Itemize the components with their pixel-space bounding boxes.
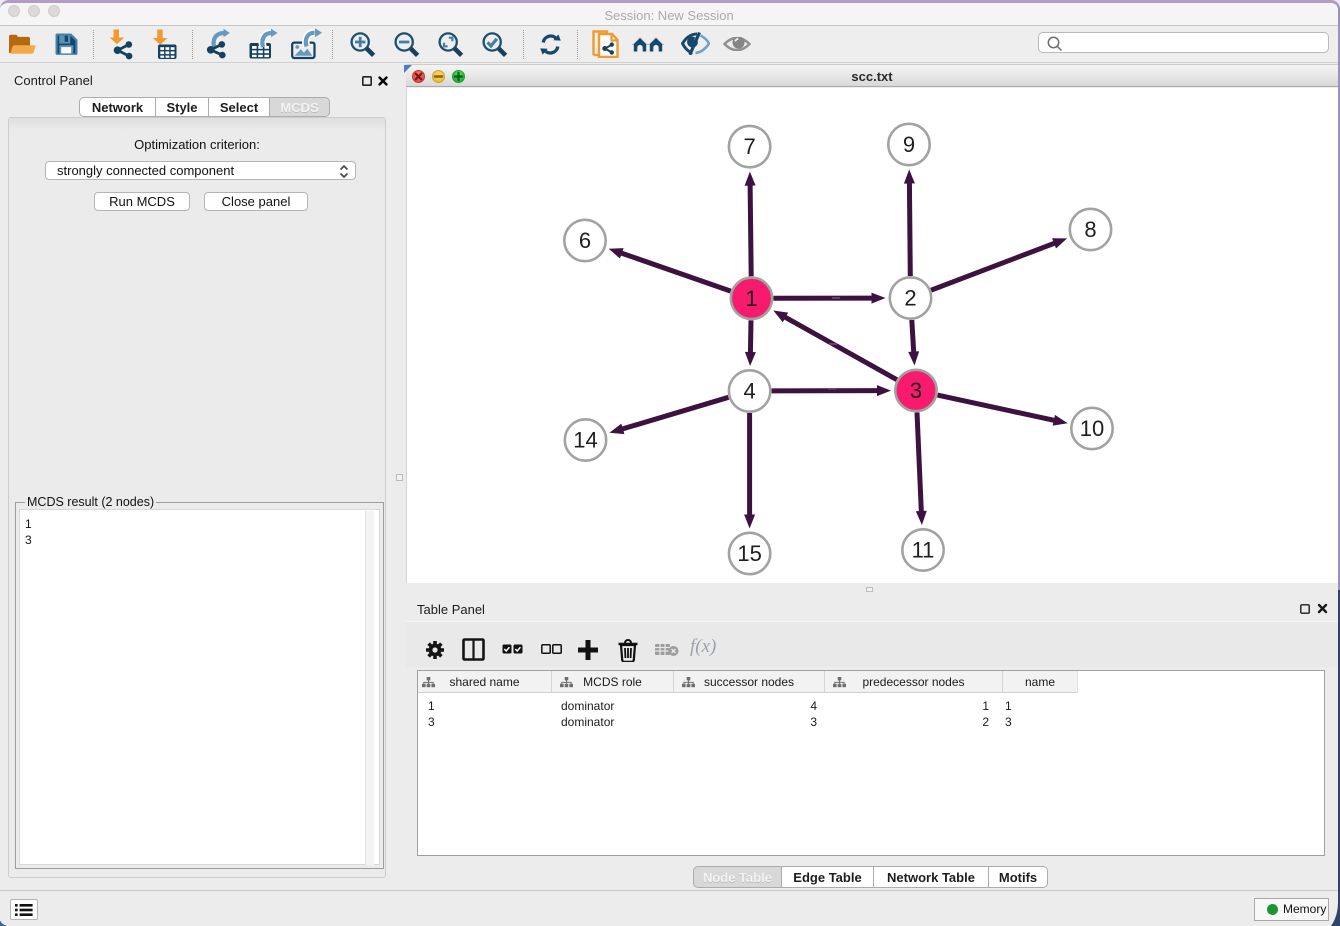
svg-text:10: 10: [1080, 416, 1104, 441]
svg-text:3: 3: [910, 378, 922, 403]
svg-text:6: 6: [579, 228, 591, 253]
svg-text:14: 14: [573, 428, 597, 453]
svg-text:4: 4: [743, 379, 755, 404]
svg-text:2: 2: [904, 286, 916, 311]
svg-text:11: 11: [912, 538, 935, 563]
svg-text:8: 8: [1084, 217, 1096, 242]
svg-text:15: 15: [737, 541, 761, 566]
svg-text:1: 1: [745, 286, 757, 311]
svg-text:7: 7: [743, 134, 755, 159]
svg-text:9: 9: [903, 132, 915, 157]
